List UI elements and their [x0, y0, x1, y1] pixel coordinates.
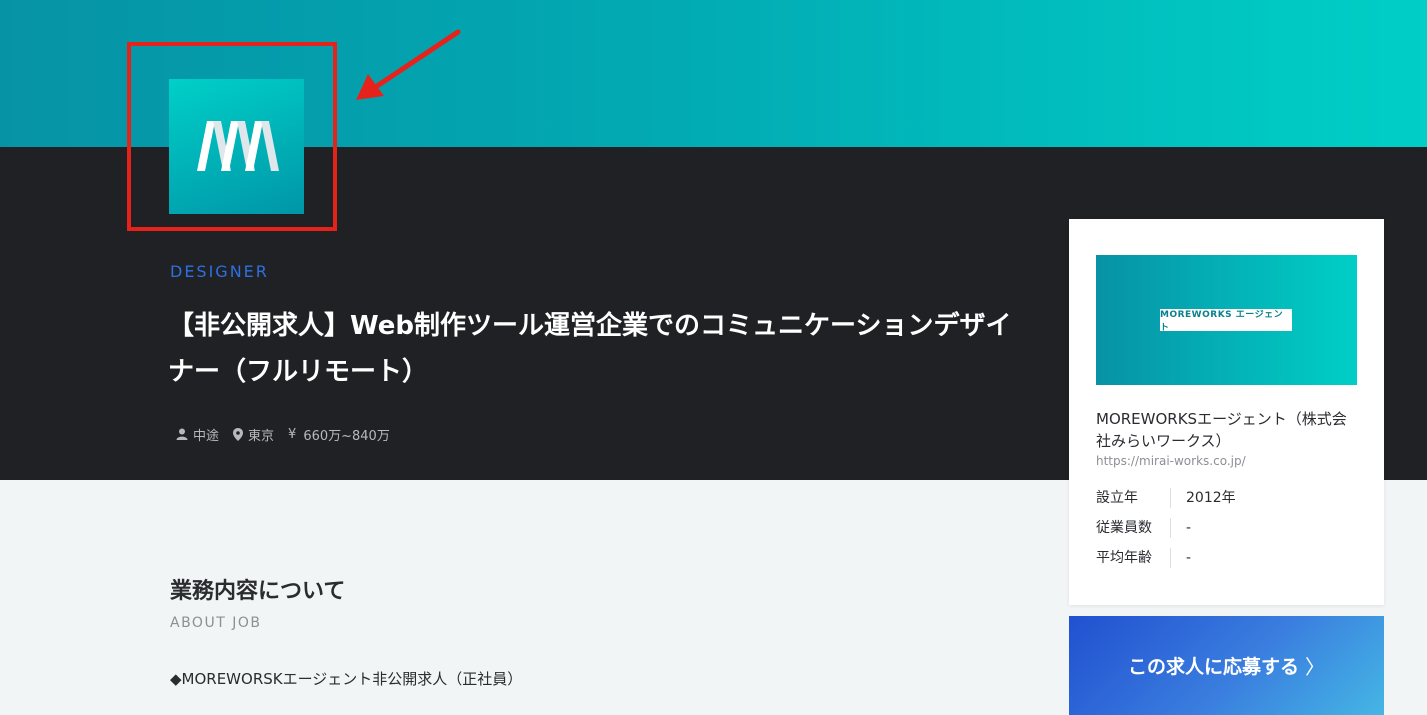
job-meta-row: 中途 東京 ¥ 660万~840万 [176, 424, 404, 444]
info-label: 平均年齢 [1096, 548, 1171, 568]
section-subtitle: ABOUT JOB [170, 615, 262, 631]
info-row-employees: 従業員数 - [1096, 518, 1191, 538]
info-value: 2012年 [1186, 490, 1236, 506]
company-url-link[interactable]: https://mirai-works.co.jp/ [1096, 454, 1246, 468]
info-label: 従業員数 [1096, 518, 1171, 538]
annotation-highlight-box [127, 42, 337, 231]
info-value: - [1186, 520, 1192, 536]
info-label: 設立年 [1096, 488, 1171, 508]
job-description-text: ◆MOREWORSKエージェント非公開求人（正社員） [170, 670, 523, 688]
apply-button-label: この求人に応募する [1127, 657, 1299, 678]
yen-icon: ¥ [288, 426, 297, 442]
info-value: - [1186, 550, 1192, 566]
employment-type-label: 中途 [193, 428, 220, 444]
company-banner-text: MOREWORKS エージェント [1160, 310, 1284, 333]
salary-label: 660万~840万 [303, 428, 390, 444]
job-category: DESIGNER [170, 262, 269, 281]
company-banner-badge: MOREWORKS エージェント [1160, 309, 1292, 333]
apply-button[interactable]: この求人に応募する 〉 [1069, 616, 1384, 715]
salary: ¥ 660万~840万 [288, 425, 390, 444]
employment-type: 中途 [176, 425, 219, 444]
location-label: 東京 [248, 428, 275, 444]
user-icon [176, 428, 188, 440]
location: 東京 [233, 425, 274, 444]
location-pin-icon [233, 427, 244, 441]
info-row-founded: 設立年 2012年 [1096, 488, 1236, 508]
company-banner-image[interactable]: MOREWORKS エージェント [1096, 255, 1357, 385]
company-card: MOREWORKS エージェント MOREWORKSエージェント（株式会社みらい… [1069, 219, 1384, 605]
job-title: 【非公開求人】Web制作ツール運営企業でのコミュニケーションデザイナー（フルリモ… [168, 311, 1012, 387]
red-arrow-icon [356, 29, 461, 100]
chevron-right-icon: 〉 [1305, 657, 1325, 679]
company-name[interactable]: MOREWORKSエージェント（株式会社みらいワークス） [1096, 408, 1358, 452]
info-row-average-age: 平均年齢 - [1096, 548, 1191, 568]
section-title: 業務内容について [170, 579, 346, 604]
